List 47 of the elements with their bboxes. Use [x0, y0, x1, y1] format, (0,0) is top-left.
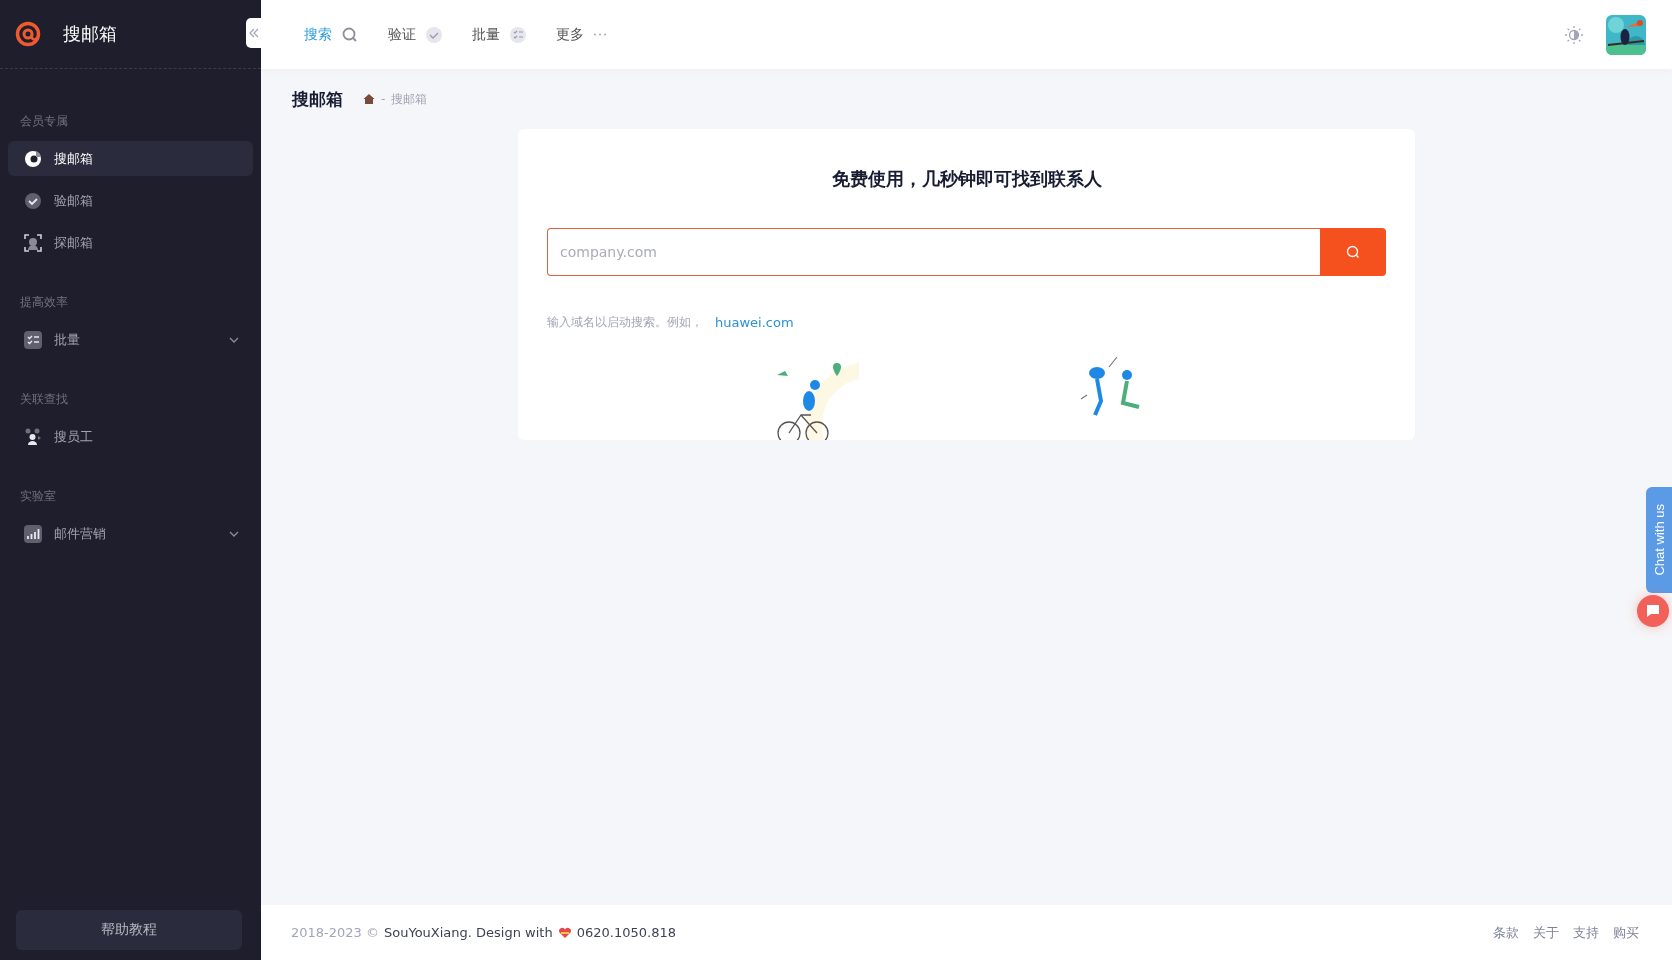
- collapse-button[interactable]: [246, 18, 261, 48]
- version-text: 0620.1050.818: [576, 925, 676, 940]
- section-title: 提高效率: [19, 294, 69, 311]
- section-title: 实验室: [19, 488, 57, 505]
- scan-frame-icon: [24, 233, 42, 252]
- chevron-down-icon: [229, 530, 239, 537]
- nav-tab[interactable]: 验证: [388, 25, 442, 44]
- nav-tab[interactable]: 批量: [472, 25, 526, 44]
- sidebar-item[interactable]: 验邮箱: [8, 183, 253, 218]
- search-icon: [342, 26, 358, 43]
- footer-link[interactable]: 关于: [1533, 923, 1559, 942]
- page-title: 搜邮箱: [292, 87, 343, 111]
- bar-chart-icon: [24, 524, 42, 543]
- more-icon: [594, 33, 606, 36]
- chat-button[interactable]: [1637, 595, 1669, 627]
- sidebar-item[interactable]: 探邮箱: [8, 225, 253, 260]
- chat-bubble-icon: [1646, 604, 1660, 618]
- sidebar-item[interactable]: 邮件营销: [8, 516, 253, 551]
- sidebar-item[interactable]: 批量: [8, 322, 253, 357]
- search-icon: [1346, 245, 1360, 259]
- chevron-down-icon: [229, 336, 239, 343]
- credit-text: SouYouXiang. Design with: [384, 925, 553, 940]
- checklist-icon: [24, 330, 42, 349]
- sidebar-item[interactable]: 搜员工: [8, 419, 253, 454]
- check-circle-icon: [24, 191, 42, 210]
- nav-tab[interactable]: 更多: [556, 25, 606, 44]
- section-title: 会员专属: [19, 113, 69, 130]
- brand-name: 搜邮箱: [63, 22, 117, 46]
- theme-toggle-icon[interactable]: [1564, 24, 1584, 45]
- sidebar-item[interactable]: 搜邮箱: [8, 141, 253, 176]
- double-chevron-left-icon: [248, 28, 259, 38]
- copyright-years: 2018-2023 ©: [291, 925, 379, 940]
- people-icon: [24, 427, 42, 446]
- footer-link[interactable]: 支持: [1573, 923, 1599, 942]
- headline: 免费使用，几秒钟即可找到联系人: [830, 167, 1103, 191]
- search-field[interactable]: company.com: [547, 228, 1320, 276]
- section-title: 关联查找: [19, 391, 69, 408]
- at-sign-logo-icon: [15, 21, 41, 47]
- home-icon[interactable]: [363, 93, 375, 105]
- footer-link[interactable]: 条款: [1493, 923, 1519, 942]
- disc-icon: [24, 149, 42, 168]
- hint-text: 输入域名以启动搜索。例如，: [547, 314, 703, 331]
- footer-link[interactable]: 购买: [1613, 923, 1639, 942]
- heart-icon: [557, 926, 572, 939]
- breadcrumb-separator: -: [381, 92, 386, 106]
- example-link[interactable]: huawei.com: [715, 315, 794, 330]
- help-button[interactable]: 帮助教程: [16, 910, 242, 950]
